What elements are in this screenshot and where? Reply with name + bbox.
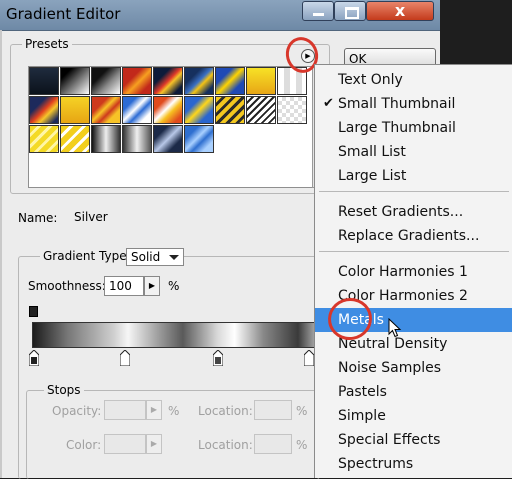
preset-swatch[interactable]: [29, 96, 59, 124]
close-button[interactable]: x: [366, 1, 434, 21]
name-field[interactable]: Silver: [68, 206, 324, 228]
menu-separator: [319, 251, 509, 252]
smoothness-input[interactable]: 100: [104, 276, 144, 296]
preset-swatch[interactable]: [122, 96, 152, 124]
color-location-unit: %: [296, 438, 308, 452]
opacity-location-unit: %: [296, 404, 308, 418]
color-stepper-icon: ▶: [146, 434, 162, 454]
menu-item-replace-gradients[interactable]: Replace Gradients...: [315, 224, 512, 248]
gradient-type-select[interactable]: Solid: [126, 248, 184, 266]
color-location-field: [254, 434, 292, 454]
menu-item-pastels[interactable]: Pastels: [315, 380, 512, 404]
color-stop-icon[interactable]: [304, 350, 314, 366]
title-bar[interactable]: Gradient Editor x: [0, 0, 440, 31]
window-title: Gradient Editor: [6, 5, 121, 23]
preset-swatch[interactable]: [60, 125, 90, 153]
preset-swatch[interactable]: [153, 67, 183, 95]
opacity-label: Opacity:: [52, 404, 102, 418]
minimize-button[interactable]: [302, 1, 334, 21]
preset-swatch[interactable]: [184, 67, 214, 95]
preset-swatch[interactable]: [246, 67, 276, 95]
opacity-stop[interactable]: [29, 306, 38, 317]
preset-swatch[interactable]: [91, 67, 121, 95]
menu-item-large-thumbnail[interactable]: Large Thumbnail: [315, 116, 512, 140]
opacity-field: [104, 400, 146, 420]
color-swatch-field: [104, 434, 146, 454]
opacity-location-field: [254, 400, 292, 420]
preset-swatch[interactable]: [60, 67, 90, 95]
smoothness-unit: %: [168, 279, 180, 293]
name-label: Name:: [18, 211, 58, 225]
preset-swatch[interactable]: [184, 125, 214, 153]
preset-swatch[interactable]: [122, 125, 152, 153]
preset-swatch[interactable]: [29, 67, 59, 95]
opacity-location-label: Location:: [198, 404, 253, 418]
opacity-unit: %: [168, 404, 180, 418]
menu-item-noise-samples[interactable]: Noise Samples: [315, 356, 512, 380]
menu-item-small-thumbnail[interactable]: ✔ Small Thumbnail: [315, 92, 512, 116]
stops-legend: Stops: [44, 383, 84, 397]
menu-item-reset-gradients[interactable]: Reset Gradients...: [315, 200, 512, 224]
opacity-stepper-icon: ▶: [146, 400, 162, 420]
preset-swatch[interactable]: [277, 96, 307, 124]
preset-swatch[interactable]: [91, 125, 121, 153]
menu-item-special-effects[interactable]: Special Effects: [315, 428, 512, 452]
menu-item-text-only[interactable]: Text Only: [315, 68, 512, 92]
preset-swatch[interactable]: [91, 96, 121, 124]
gradient-type-label: Gradient Type:: [40, 249, 134, 263]
color-stop-icon[interactable]: [29, 350, 39, 366]
preset-swatch[interactable]: [215, 67, 245, 95]
maximize-button[interactable]: [334, 1, 366, 21]
menu-item-large-list[interactable]: Large List: [315, 164, 512, 188]
gradient-preview-bar[interactable]: [32, 322, 322, 348]
preset-swatch[interactable]: [153, 96, 183, 124]
color-stop-icon[interactable]: [213, 350, 223, 366]
menu-item-spectrums[interactable]: Spectrums: [315, 452, 512, 476]
preset-swatch[interactable]: [153, 125, 183, 153]
checkmark-icon: ✔: [323, 96, 334, 111]
presets-legend: Presets: [22, 37, 72, 51]
menu-separator: [319, 191, 509, 192]
preset-swatch[interactable]: [246, 96, 276, 124]
color-stop-icon[interactable]: [120, 350, 130, 366]
color-label: Color:: [66, 438, 102, 452]
preset-swatch[interactable]: [29, 125, 59, 153]
preset-swatch[interactable]: [60, 96, 90, 124]
window-border: [0, 30, 2, 478]
smoothness-stepper-icon[interactable]: ▶: [144, 276, 160, 296]
preset-swatch[interactable]: [215, 96, 245, 124]
close-icon: x: [394, 1, 406, 20]
color-location-label: Location:: [198, 438, 253, 452]
presets-context-menu: Text Only ✔ Small Thumbnail Large Thumbna…: [314, 64, 512, 478]
mouse-cursor-icon: [388, 318, 402, 338]
smoothness-label: Smoothness:: [28, 279, 106, 293]
menu-item-color-harmonies-1[interactable]: Color Harmonies 1: [315, 260, 512, 284]
menu-item-simple[interactable]: Simple: [315, 404, 512, 428]
preset-swatch[interactable]: [184, 96, 214, 124]
presets-grid[interactable]: [28, 66, 313, 188]
menu-item-small-list[interactable]: Small List: [315, 140, 512, 164]
preset-swatch[interactable]: [122, 67, 152, 95]
